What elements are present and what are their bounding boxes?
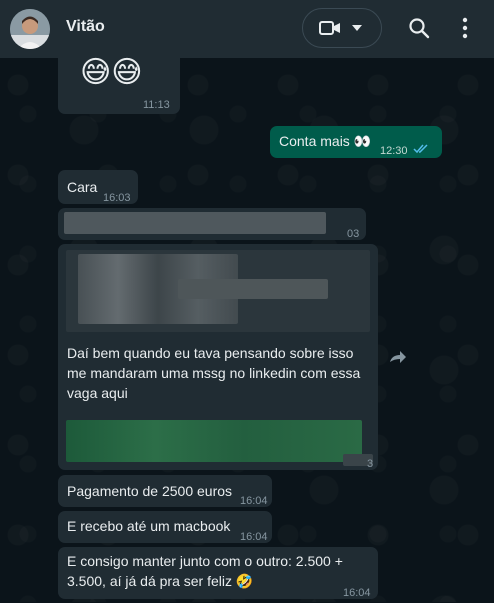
message-bubble-incoming[interactable]: Daí bem quando eu tava pensando sobre is… [58,244,378,470]
message-time: 16:04 [343,587,371,599]
message-time: 16:03 [103,192,131,204]
message-time: 16:04 [240,531,268,543]
message-text-line: Daí bem quando eu tava pensando sobre is… [67,345,354,361]
message-bubble-incoming[interactable]: Pagamento de 2500 euros 16:04 [58,475,272,507]
message-time: 11:13 [143,99,170,111]
message-bubble-incoming[interactable]: 03 [58,208,366,240]
video-camera-icon [319,21,340,35]
more-vertical-icon[interactable] [462,17,468,39]
message-emoji: 😅😅 [80,56,143,89]
chevron-down-icon[interactable] [352,25,362,31]
message-text-line: E consigo manter junto com o outro: 2.50… [67,553,343,569]
message-text: Cara [67,179,98,195]
video-call-button[interactable] [302,8,382,48]
contact-avatar[interactable] [10,9,50,49]
message-time: 3 [367,458,374,470]
message-time: 12:30 [380,145,408,157]
avatar-photo [10,9,50,49]
message-bubble-incoming[interactable]: E consigo manter junto com o outro: 2.50… [58,547,378,599]
message-bubble-incoming[interactable]: 😅😅 11:13 [58,58,180,114]
message-time: 03 [347,228,360,240]
redacted-text-blur [64,212,326,234]
message-text-line: 3.500, aí já dá pra ser feliz 🤣 [67,573,254,589]
message-text: E recebo até um macbook [67,518,231,534]
search-icon[interactable] [408,17,430,39]
redacted-link-blur[interactable] [66,420,362,462]
message-text: Conta mais 👀 [279,133,372,149]
message-bubble-outgoing[interactable]: Conta mais 👀 12:30 [270,126,442,158]
contact-name[interactable]: Vitão [66,18,105,36]
message-bubble-incoming[interactable]: E recebo até um macbook 16:04 [58,511,272,543]
forward-button[interactable] [385,345,411,371]
forward-icon [390,351,406,363]
chat-header: Vitão [0,0,494,58]
message-text-line: vaga aqui [67,385,128,401]
message-text: Pagamento de 2500 euros [67,483,233,499]
message-time: 16:04 [240,495,268,507]
message-bubble-incoming[interactable]: Cara 16:03 [58,170,138,204]
message-text-line: me mandaram uma mssg no linkedin com ess… [67,365,361,381]
redacted-text-blur [178,279,328,299]
read-receipt-icon [413,144,428,154]
